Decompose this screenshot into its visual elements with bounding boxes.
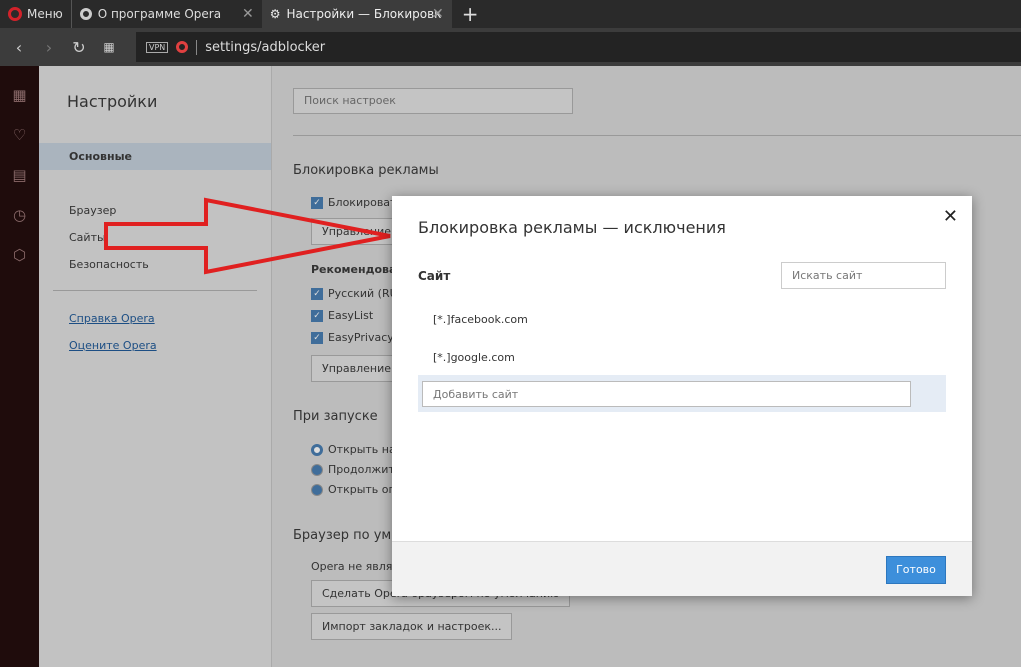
checkbox-label: Русский (RU [328, 287, 398, 300]
vpn-badge[interactable]: VPN [146, 41, 169, 53]
exceptions-dialog: Блокировка рекламы — исключения ✕ Сайт И… [392, 196, 972, 596]
opera-logo-icon [8, 7, 22, 21]
tab-bar: Меню О программе Opera ✕ ⚙ Настройки — Бло… [0, 0, 1021, 28]
divider [53, 290, 257, 291]
address-field[interactable]: VPN settings/adblocker [136, 32, 1021, 62]
list-checkbox[interactable]: ✓ Русский (RU [311, 287, 398, 300]
radio-label: Открыть оп [328, 483, 396, 496]
url-text: settings/adblocker [196, 39, 325, 55]
list-checkbox[interactable]: ✓ EasyPrivacy [311, 331, 394, 344]
done-button[interactable]: Готово [886, 556, 946, 584]
back-icon[interactable]: ‹ [4, 38, 34, 57]
list-checkbox[interactable]: ✓ EasyList [311, 309, 373, 322]
tab-label: О программе Opera [97, 7, 222, 21]
close-tab-icon[interactable]: ✕ [432, 6, 444, 22]
add-site-input[interactable]: Добавить сайт [422, 381, 911, 407]
checkbox-label: EasyList [328, 309, 374, 322]
default-browser-heading: Браузер по умо [293, 528, 400, 543]
dialog-footer: Готово [392, 541, 972, 596]
history-icon[interactable]: ◷ [13, 206, 26, 224]
checkbox-label: EasyPrivacy [328, 331, 394, 344]
speed-dial-icon[interactable]: ▦ [12, 86, 26, 104]
opera-menu-button[interactable]: Меню [0, 0, 72, 28]
close-icon[interactable]: ✕ [943, 206, 958, 227]
site-column-label: Сайт [418, 269, 451, 283]
dialog-title: Блокировка рекламы — исключения [418, 218, 726, 237]
radio-label: Открыть на [328, 443, 396, 456]
startup-radio[interactable]: Открыть на [311, 443, 396, 456]
nav-item-basic[interactable]: Основные [39, 143, 271, 170]
import-button[interactable]: Импорт закладок и настроек... [311, 613, 513, 640]
rate-link[interactable]: Оцените Opera [69, 339, 157, 352]
new-tab-button[interactable]: + [452, 2, 489, 26]
gear-icon: ⚙ [269, 7, 281, 21]
site-list-item[interactable]: [*.]google.com [433, 351, 515, 364]
news-icon[interactable]: ▤ [12, 166, 26, 184]
red-arrow-annotation [104, 197, 391, 275]
tab-label: Настройки — Блокировк [286, 7, 442, 21]
sidebar: ▦ ♡ ▤ ◷ ⬡ [0, 66, 39, 667]
startup-radio[interactable]: Открыть оп [311, 483, 396, 496]
radio-label: Продолжит [328, 463, 395, 476]
startup-heading: При запуске [293, 409, 378, 424]
add-site-row: Добавить сайт [418, 375, 946, 412]
heart-icon[interactable]: ♡ [13, 126, 26, 144]
site-list-item[interactable]: [*.]facebook.com [433, 313, 528, 326]
opera-icon [79, 8, 92, 20]
tab-settings[interactable]: ⚙ Настройки — Блокировк ✕ [261, 0, 452, 28]
settings-nav: Настройки Основные Браузер Сайты Безопас… [39, 66, 271, 667]
tab-about-opera[interactable]: О программе Opera ✕ [72, 0, 262, 28]
forward-icon[interactable]: › [34, 38, 64, 57]
opera-icon [176, 41, 189, 53]
divider [293, 135, 1021, 136]
reload-icon[interactable]: ↻ [64, 38, 94, 57]
default-browser-text: Opera не являе [311, 560, 400, 573]
settings-title: Настройки [67, 92, 158, 111]
startup-radio[interactable]: Продолжит [311, 463, 395, 476]
speed-dial-icon[interactable]: ▦ [94, 40, 124, 54]
extensions-cube-icon[interactable]: ⬡ [13, 246, 26, 264]
close-tab-icon[interactable]: ✕ [242, 6, 254, 22]
adblock-heading: Блокировка рекламы [293, 163, 439, 178]
settings-search-input[interactable]: Поиск настроек [293, 88, 573, 114]
menu-label: Меню [27, 7, 63, 21]
search-site-input[interactable]: Искать сайт [781, 262, 946, 289]
address-bar-row: ‹ › ↻ ▦ VPN settings/adblocker [0, 28, 1021, 66]
help-link[interactable]: Справка Opera [69, 312, 155, 325]
